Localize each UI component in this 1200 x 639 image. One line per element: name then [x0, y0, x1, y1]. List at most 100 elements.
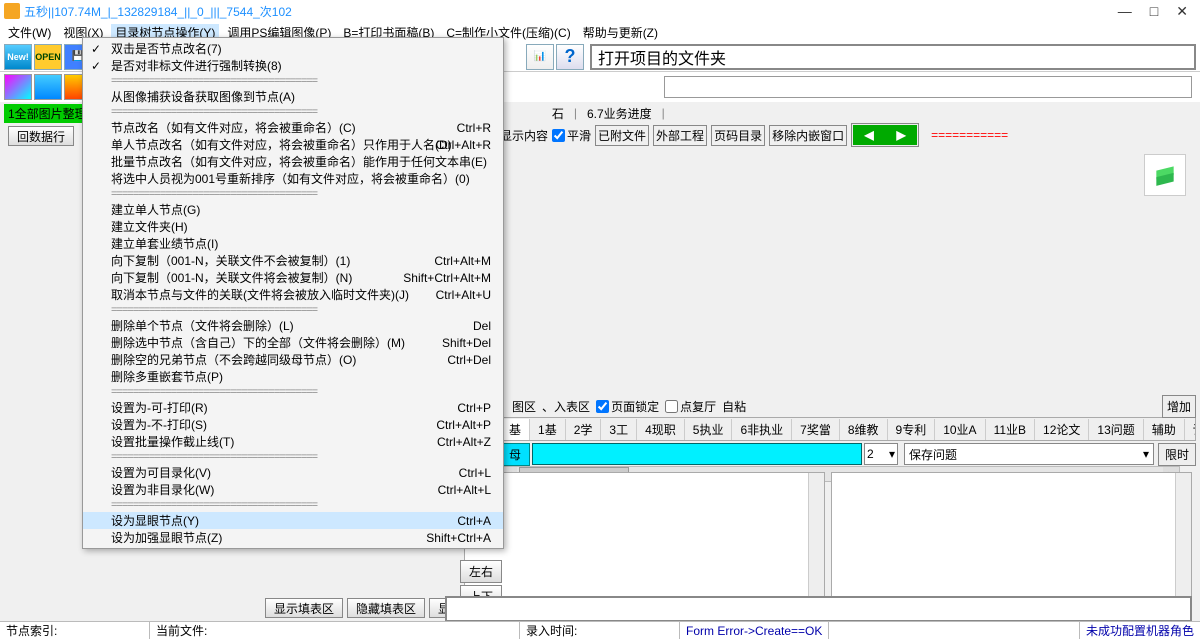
opt-remove-embed[interactable]: 移除内嵌窗口	[769, 125, 847, 146]
mi-set-batch-line[interactable]: 设置批量操作截止线(T)Ctrl+Alt+Z	[83, 433, 503, 450]
log-field[interactable]	[664, 76, 1192, 98]
cyan-label: 母	[500, 443, 530, 466]
menu-sep: ======================================	[83, 105, 503, 119]
opt-autopaste[interactable]: 自粘	[722, 398, 746, 415]
prev-arrow-icon[interactable]: ◀	[853, 125, 885, 145]
mi-batch-rename[interactable]: 批量节点改名（如有文件对应，将会被重命名）能作用于任何文本串(E)	[83, 153, 503, 170]
display-label: 显示内容	[500, 127, 548, 144]
cat-tab-10[interactable]: 10业A	[935, 419, 985, 440]
limit-button[interactable]: 限时	[1158, 443, 1196, 466]
pane-left[interactable]	[464, 472, 825, 600]
cyan-field[interactable]	[532, 443, 862, 465]
cat-tab-0[interactable]: 基	[501, 419, 530, 440]
nav-arrows: ◀ ▶	[851, 123, 919, 147]
tab-shi[interactable]: 石	[548, 104, 568, 123]
project-title-field[interactable]: 打开项目的文件夹	[590, 44, 1196, 70]
cat-tab-1[interactable]: 1基	[530, 419, 566, 440]
mi-delete-single[interactable]: 删除单个节点（文件将会删除）(L)Del	[83, 317, 503, 334]
lower-options: 、图区 、入表区 页面锁定 点复厅 自粘	[500, 395, 1196, 417]
opt-imgarea[interactable]: 、图区	[500, 398, 536, 415]
mi-set-indexable[interactable]: 设置为可目录化(V)Ctrl+L	[83, 464, 503, 481]
open-button[interactable]: OPEN	[34, 44, 62, 70]
v-scrollbar[interactable]	[808, 473, 824, 599]
tab-all-images[interactable]: 1全部图片整理	[4, 104, 91, 123]
cat-tab-4[interactable]: 4现职	[637, 419, 685, 440]
mi-rename-person[interactable]: 单人节点改名（如有文件对应，将会被重命名）只作用于人名(D)Ctrl+Alt+R	[83, 136, 503, 153]
mi-set-printable[interactable]: 设置为-可-打印(R)Ctrl+P	[83, 399, 503, 416]
cat-tab-6[interactable]: 6非执业	[732, 419, 792, 440]
cat-tab-11[interactable]: 11业B	[986, 419, 1035, 440]
menu-sep: ======================================	[83, 74, 503, 88]
opt-pages[interactable]: 页码目录	[711, 125, 765, 146]
check-icon: ✓	[91, 42, 101, 56]
mi-set-nonprint[interactable]: 设置为-不-打印(S)Ctrl+Alt+P	[83, 416, 503, 433]
menu-help[interactable]: 帮助与更新(Z)	[579, 24, 662, 41]
mi-delete-selected[interactable]: 删除选中节点（含自己）下的全部（文件将会删除）(M)Shift+Del	[83, 334, 503, 351]
cat-tab-14[interactable]: 辅助	[1144, 419, 1185, 440]
logo-icon	[1144, 154, 1186, 196]
window-title: 五秒||107.74M_|_132829184_||_0_|||_7544_次1…	[24, 3, 1118, 20]
lr-button[interactable]: 左右	[460, 560, 502, 583]
next-arrow-icon[interactable]: ▶	[885, 125, 917, 145]
cat-tab-2[interactable]: 2学	[566, 419, 602, 440]
pane-right[interactable]	[831, 472, 1192, 600]
opt-pagelock[interactable]: 页面锁定	[596, 398, 659, 415]
menu-sep: ======================================	[83, 303, 503, 317]
cat-tab-8[interactable]: 8维教	[840, 419, 888, 440]
show-fill-button[interactable]: 显示填表区	[265, 598, 343, 618]
red-indicator: ===========	[931, 128, 1008, 142]
chart-icon[interactable]: 📊	[526, 44, 554, 70]
new-button[interactable]: New!	[4, 44, 32, 70]
question-select[interactable]: 保存问题▾	[904, 443, 1154, 465]
hide-fill-button[interactable]: 隐藏填表区	[347, 598, 425, 618]
tool-a-icon[interactable]	[4, 74, 32, 100]
close-button[interactable]: ✕	[1176, 3, 1188, 20]
minimize-button[interactable]: —	[1118, 3, 1132, 20]
return-data-button[interactable]: 回数据行	[8, 126, 74, 146]
tab-progress[interactable]: 6.7业务进度	[583, 104, 656, 123]
cat-tab-12[interactable]: 12论文	[1035, 419, 1089, 440]
bottom-field[interactable]	[445, 596, 1192, 622]
cat-tab-5[interactable]: 5执业	[685, 419, 733, 440]
lower-panel: 、图区 、入表区 页面锁定 点复厅 自粘 基 1基 2学 3工 4现职 5执业 …	[500, 395, 1196, 467]
cat-tab-7[interactable]: 7奖當	[792, 419, 840, 440]
mi-resort-001[interactable]: 将选中人员视为001号重新排序（如有文件对应，将会被重命名）(0)	[83, 170, 503, 187]
menu-file[interactable]: 文件(W)	[4, 24, 55, 41]
maximize-button[interactable]: □	[1150, 3, 1158, 20]
mi-create-perf[interactable]: 建立单套业绩节点(I)	[83, 235, 503, 252]
smooth-chk[interactable]: 平滑	[552, 127, 591, 144]
mi-set-nonindex[interactable]: 设置为非目录化(W)Ctrl+Alt+L	[83, 481, 503, 498]
status-file: 当前文件:	[150, 622, 520, 639]
opt-attached[interactable]: 已附文件	[595, 125, 649, 146]
count-select[interactable]: 2▾	[864, 443, 898, 465]
tool-b-icon[interactable]	[34, 74, 62, 100]
mi-force-convert[interactable]: ✓是否对非标文件进行强制转换(8)	[83, 57, 503, 74]
add-button[interactable]: 增加	[1162, 395, 1196, 418]
cat-tab-15[interactable]: 论文	[1185, 419, 1196, 440]
mi-strong-highlight[interactable]: 设为加强显眼节点(Z)Shift+Ctrl+A	[83, 529, 503, 546]
mi-highlight-node[interactable]: 设为显眼节点(Y)Ctrl+A	[83, 512, 503, 529]
v-scrollbar[interactable]	[1175, 473, 1191, 599]
help-icon[interactable]: ?	[556, 44, 584, 70]
menu-sep: ======================================	[83, 385, 503, 399]
mi-create-folder[interactable]: 建立文件夹(H)	[83, 218, 503, 235]
cat-tab-13[interactable]: 13问题	[1089, 419, 1143, 440]
cat-tab-9[interactable]: 9专利	[888, 419, 936, 440]
mi-copy-down-nofile[interactable]: 向下复制（001-N，关联文件不会被复制）(1)Ctrl+Alt+M	[83, 252, 503, 269]
status-time: 录入时间:	[520, 622, 680, 639]
mi-dblclick-rename[interactable]: ✓双击是否节点改名(7)	[83, 40, 503, 57]
opt-tablearea[interactable]: 、入表区	[542, 398, 590, 415]
cat-tab-3[interactable]: 3工	[601, 419, 637, 440]
mi-delete-nested[interactable]: 删除多重嵌套节点(P)	[83, 368, 503, 385]
opt-clickcopy[interactable]: 点复厅	[665, 398, 716, 415]
mi-unlink-file[interactable]: 取消本节点与文件的关联(文件将会被放入临时文件夹)(J)Ctrl+Alt+U	[83, 286, 503, 303]
opt-external[interactable]: 外部工程	[653, 125, 707, 146]
mi-copy-down-file[interactable]: 向下复制（001-N，关联文件将会被复制）(N)Shift+Ctrl+Alt+M	[83, 269, 503, 286]
mi-delete-empty[interactable]: 删除空的兄弟节点（不会跨越同级母节点）(O)Ctrl+Del	[83, 351, 503, 368]
status-role: 未成功配置机器角色	[1079, 622, 1200, 639]
mi-capture-image[interactable]: 从图像捕获设备获取图像到节点(A)	[83, 88, 503, 105]
mi-create-person[interactable]: 建立单人节点(G)	[83, 201, 503, 218]
menu-sep: ======================================	[83, 187, 503, 201]
mi-rename-node[interactable]: 节点改名（如有文件对应，将会被重命名）(C)Ctrl+R	[83, 119, 503, 136]
status-error: Form Error->Create==OK	[680, 622, 829, 639]
